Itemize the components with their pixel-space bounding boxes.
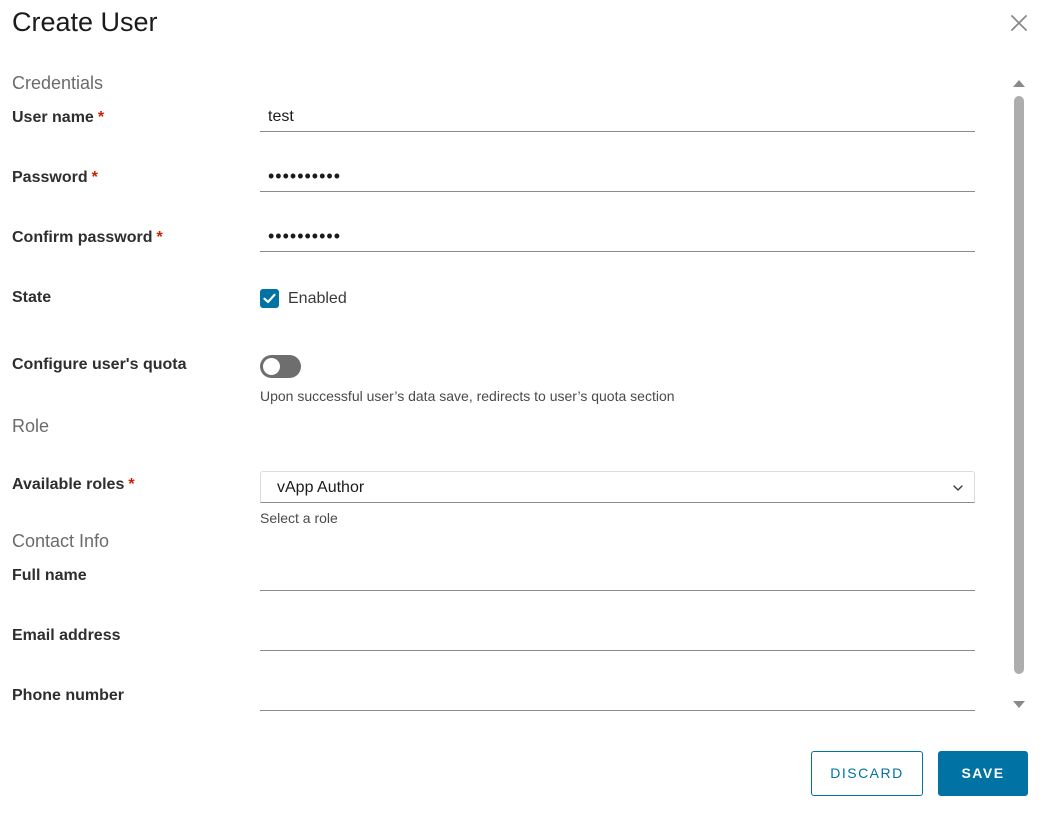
username-label-text: User name <box>12 109 94 126</box>
scroll-down-arrow-icon[interactable] <box>1012 700 1026 710</box>
quota-helper-text: Upon successful user’s data save, redire… <box>260 388 675 404</box>
full-name-input[interactable] <box>260 561 975 591</box>
state-label: State <box>12 289 52 306</box>
dialog-title: Create User <box>12 7 158 37</box>
discard-button[interactable]: DISCARD <box>811 751 923 796</box>
scrollbar-thumb[interactable] <box>1014 96 1024 674</box>
full-name-label: Full name <box>12 567 87 584</box>
quota-toggle[interactable] <box>260 355 301 378</box>
available-roles-label: Available roles * <box>12 475 135 495</box>
section-title-contact-info: Contact Info <box>12 531 110 551</box>
username-input[interactable] <box>260 102 975 132</box>
required-marker: * <box>128 476 135 493</box>
password-label-text: Password <box>12 169 88 186</box>
scroll-up-arrow-icon[interactable] <box>1012 78 1026 88</box>
required-marker: * <box>97 109 105 126</box>
required-marker: * <box>156 229 163 246</box>
close-icon <box>1011 15 1027 31</box>
enabled-checkbox[interactable] <box>260 289 279 308</box>
confirm-password-input[interactable] <box>260 222 975 252</box>
chevron-down-icon <box>953 485 963 491</box>
enabled-checkbox-label[interactable]: Enabled <box>288 289 347 308</box>
password-input[interactable] <box>260 162 975 192</box>
section-title-credentials: Credentials <box>12 73 104 93</box>
checkmark-icon <box>263 293 276 304</box>
required-marker: * <box>91 169 98 186</box>
email-label: Email address <box>12 627 121 644</box>
username-label: User name * <box>12 108 104 128</box>
email-input[interactable] <box>260 621 975 651</box>
available-roles-select[interactable]: vApp Author <box>260 471 975 503</box>
quota-label: Configure user's quota <box>12 356 187 373</box>
selected-role-value: vApp Author <box>277 479 365 496</box>
create-user-dialog: Create User Credentials User name* Passw… <box>0 0 1045 814</box>
confirm-password-label-text: Confirm password <box>12 229 153 246</box>
save-button[interactable]: SAVE <box>938 751 1028 796</box>
phone-label: Phone number <box>12 687 125 704</box>
section-title-role: Role <box>12 416 50 436</box>
toggle-knob <box>263 358 280 375</box>
close-button[interactable] <box>1006 10 1032 36</box>
vertical-scrollbar[interactable] <box>1009 74 1029 718</box>
phone-input[interactable] <box>260 681 975 711</box>
role-helper-text: Select a role <box>260 510 338 526</box>
confirm-password-label: Confirm password * <box>12 228 163 248</box>
password-label: Password * <box>12 168 98 188</box>
available-roles-label-text: Available roles <box>12 476 125 493</box>
